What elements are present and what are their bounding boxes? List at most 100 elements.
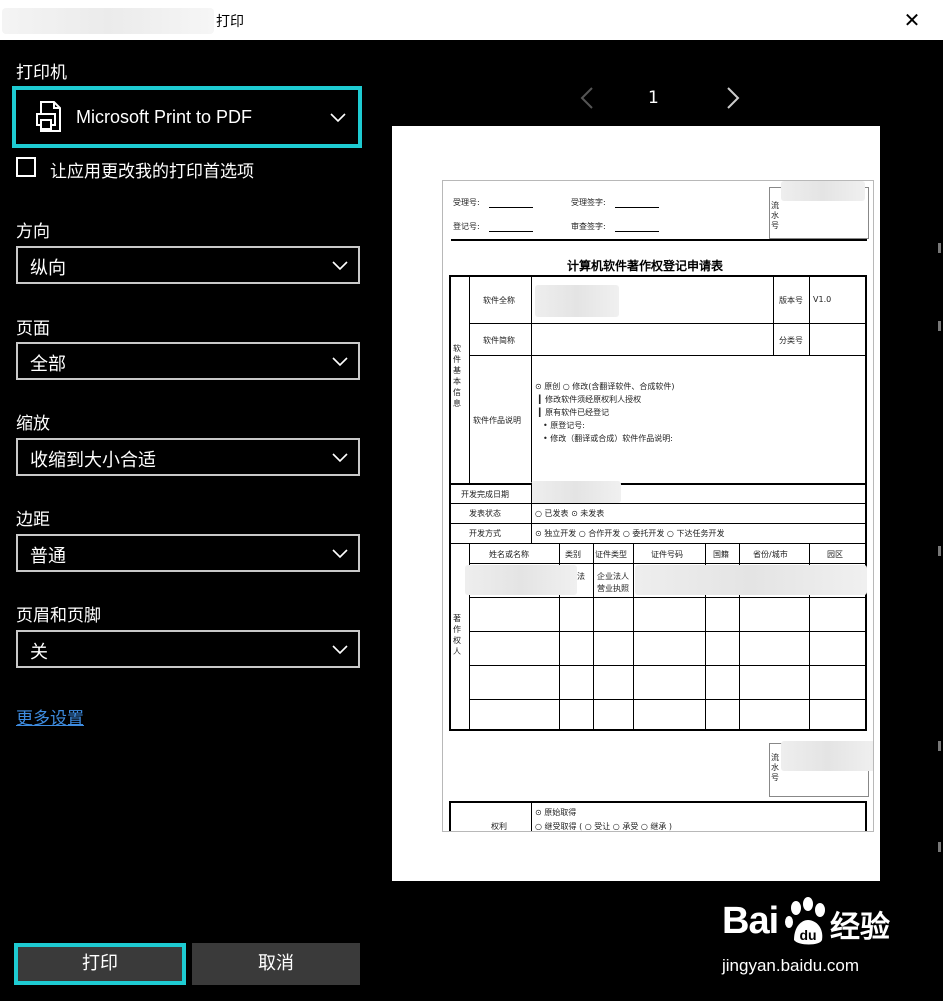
divider — [469, 323, 867, 324]
dev-mode-value: ⊙ 独立开发 ○ 合作开发 ○ 委托开发 ○ 下达任务开发 — [535, 529, 725, 538]
divider — [773, 275, 774, 355]
orientation-select[interactable]: 纵向 — [16, 246, 360, 284]
scale-label: 缩放 — [16, 414, 50, 434]
underline — [489, 231, 533, 232]
blurred-dev-date — [531, 481, 621, 503]
scrollbar-track[interactable] — [936, 40, 943, 1001]
orientation-value: 纵向 — [30, 258, 66, 279]
divider — [449, 483, 867, 485]
blurred-serial — [781, 181, 865, 201]
chevron-down-icon — [332, 453, 348, 463]
owner-cell: 企业法人 — [597, 572, 629, 581]
divider — [633, 543, 634, 731]
form-title: 计算机软件著作权登记申请表 — [567, 259, 724, 273]
pages-value: 全部 — [30, 354, 66, 375]
underline — [489, 207, 533, 208]
printer-select[interactable]: Microsoft Print to PDF — [12, 86, 362, 148]
accept-sign-label: 受理签字: — [571, 198, 606, 207]
watermark-brand: Bai — [722, 900, 779, 942]
printer-icon — [36, 101, 61, 132]
divider — [593, 543, 594, 731]
owner-col-header: 省份/城市 — [753, 550, 788, 559]
owner-col-header: 园区 — [827, 550, 843, 559]
scale-value: 收缩到大小合适 — [30, 450, 156, 471]
divider — [531, 275, 532, 483]
page-number: 1 — [648, 88, 659, 108]
margins-label: 边距 — [16, 510, 50, 530]
header-footer-label: 页眉和页脚 — [16, 606, 101, 626]
watermark-text: 经验 — [830, 910, 890, 945]
chevron-down-icon — [332, 549, 348, 559]
print-button[interactable]: 打印 — [14, 943, 186, 985]
desc-line: • 修改（翻译或合成）软件作品说明: — [543, 434, 673, 443]
window-title: 打印 — [216, 14, 244, 30]
next-page-icon[interactable] — [720, 86, 744, 110]
margins-value: 普通 — [30, 546, 66, 567]
underline — [615, 207, 659, 208]
scroll-tick — [938, 842, 941, 852]
divider — [449, 523, 867, 524]
app-prefs-checkbox[interactable] — [16, 157, 36, 177]
scroll-tick — [938, 321, 941, 331]
blurred-owner-name — [465, 565, 577, 595]
margins-select[interactable]: 普通 — [16, 534, 360, 572]
divider — [449, 543, 867, 544]
header-footer-value: 关 — [30, 642, 48, 663]
divider — [469, 665, 867, 666]
version-label: 版本号 — [779, 296, 803, 305]
scale-select[interactable]: 收缩到大小合适 — [16, 438, 360, 476]
title-bar: 打印 ✕ — [0, 0, 943, 40]
underline — [615, 231, 659, 232]
header-footer-select[interactable]: 关 — [16, 630, 360, 668]
divider — [451, 239, 867, 241]
publish-value: ○ 已发表 ⊙ 未发表 — [535, 509, 605, 518]
version-value: V1.0 — [813, 295, 832, 304]
publish-label: 发表状态 — [469, 509, 501, 518]
pages-select[interactable]: 全部 — [16, 342, 360, 380]
divider — [469, 355, 867, 356]
rights-line: ⊙ 原始取得 — [535, 808, 577, 817]
close-icon[interactable]: ✕ — [896, 4, 928, 36]
serial-label: 流水号 — [771, 753, 779, 782]
divider — [531, 483, 532, 543]
divider — [469, 699, 867, 700]
dev-mode-label: 开发方式 — [469, 529, 501, 538]
dev-date-label: 开发完成日期 — [461, 490, 509, 499]
section-basic-info: 软件基本信息 — [453, 344, 461, 408]
short-name-label: 软件简称 — [483, 336, 515, 345]
full-name-label: 软件全称 — [483, 296, 515, 305]
app-prefs-label: 让应用更改我的打印首选项 — [50, 162, 254, 182]
desc-line: • 原登记号: — [543, 421, 585, 430]
desc-label: 软件作品说明 — [473, 416, 521, 425]
divider — [469, 631, 867, 632]
owner-col-header: 国籍 — [713, 550, 729, 559]
svg-text:du: du — [799, 927, 816, 943]
rights-label: 权利 — [491, 822, 507, 831]
accept-no-label: 受理号: — [453, 198, 480, 207]
pages-label: 页面 — [16, 319, 50, 339]
desc-line: ⊙ 原创 ○ 修改(含翻译软件、合成软件) — [535, 382, 675, 391]
more-settings-link[interactable]: 更多设置 — [16, 704, 84, 729]
owner-cell: 营业执照 — [597, 584, 629, 593]
chevron-down-icon — [330, 113, 346, 123]
divider — [469, 597, 867, 598]
paw-icon: du — [785, 897, 825, 945]
reg-no-label: 登记号: — [453, 222, 480, 231]
printer-value: Microsoft Print to PDF — [76, 107, 253, 127]
watermark-url: jingyan.baidu.com — [722, 956, 860, 975]
scroll-tick — [938, 546, 941, 556]
document-preview: 受理号: 受理签字: 登记号: 审查签字: 流水号 计算机软件著作权登记申请表 … — [442, 180, 874, 832]
owner-col-header: 证件类型 — [595, 550, 627, 559]
divider — [469, 563, 867, 564]
cancel-button[interactable]: 取消 — [192, 943, 360, 985]
previous-page-icon[interactable] — [576, 86, 600, 110]
scroll-tick — [938, 741, 941, 751]
blurred-software-name — [535, 285, 619, 317]
section-owner: 著作权人 — [453, 614, 461, 656]
blurred-owner-id — [635, 565, 867, 595]
blurred-serial — [781, 741, 873, 771]
desc-line: ▎原有软件已经登记 — [539, 408, 610, 417]
category-label: 分类号 — [779, 336, 803, 345]
divider — [469, 275, 470, 483]
blurred-app-name — [2, 8, 214, 34]
